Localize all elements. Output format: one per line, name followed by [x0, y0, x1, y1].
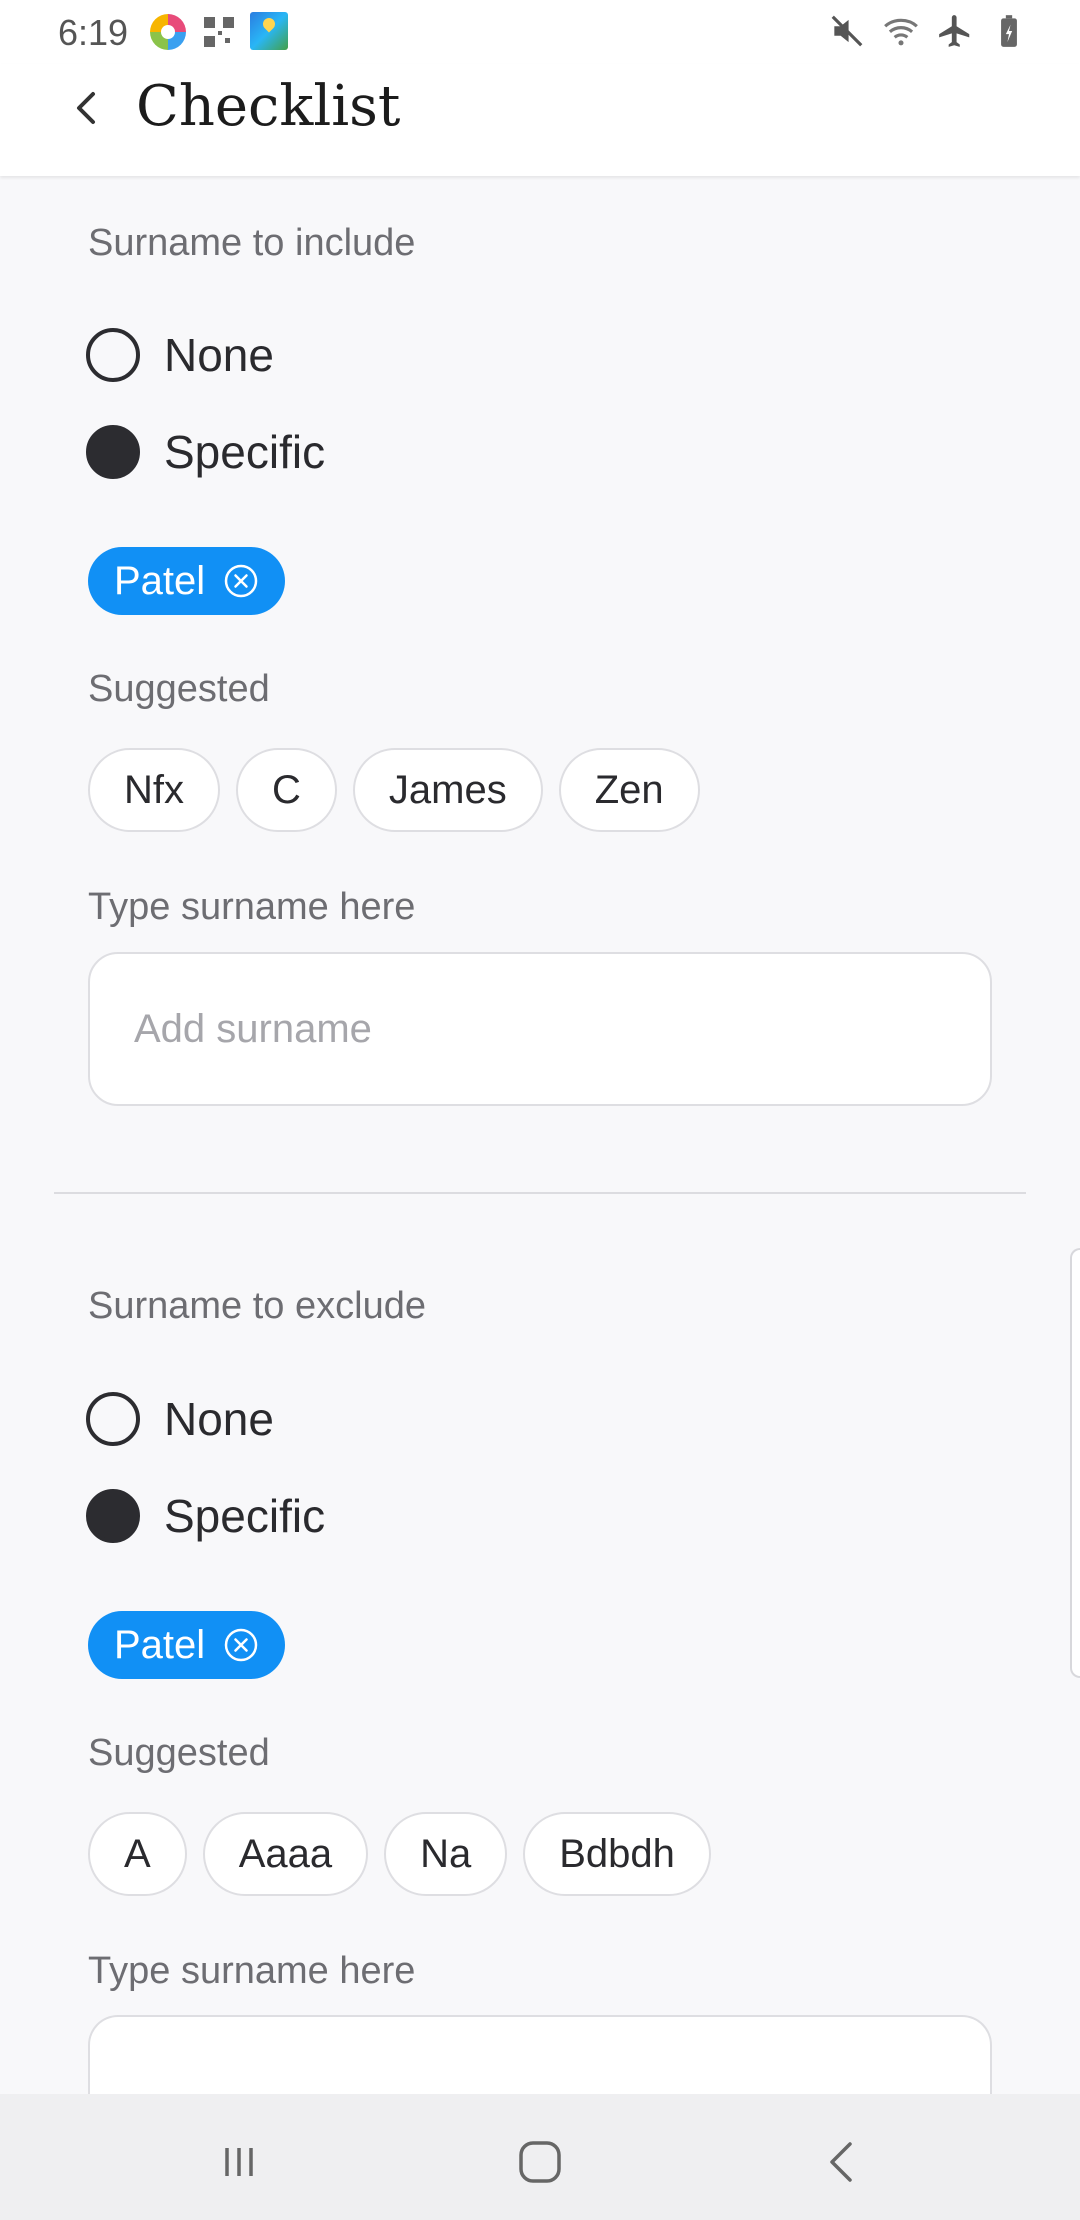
side-panel-handle[interactable] [1070, 1248, 1080, 1678]
include-radio-specific[interactable]: Specific [86, 425, 325, 479]
app-bar: Checklist [0, 64, 1080, 176]
battery-charging-icon [1001, 15, 1017, 47]
exclude-suggested-label: Suggested [88, 1732, 270, 1774]
system-back-button[interactable] [812, 2132, 872, 2192]
color-app-icon [150, 14, 186, 50]
remove-circle-x-icon[interactable] [223, 563, 259, 599]
mute-icon [831, 15, 863, 47]
suggested-chip[interactable]: Aaaa [202, 1812, 369, 1896]
status-time: 6:19 [58, 12, 129, 53]
exclude-suggested-chips: A Aaaa Na Bdbdh [88, 1812, 711, 1896]
include-section-label: Surname to include [88, 222, 416, 264]
include-selected-chip[interactable]: Patel [88, 547, 286, 615]
suggested-chip[interactable]: Zen [558, 748, 700, 832]
recent-apps-icon [225, 2148, 253, 2176]
include-radio-none[interactable]: None [86, 328, 274, 382]
suggested-chip[interactable]: Bdbdh [523, 1812, 711, 1896]
exclude-radio-none[interactable]: None [86, 1392, 274, 1446]
radio-unchecked-icon [86, 1392, 140, 1446]
suggested-chip[interactable]: Na [384, 1812, 508, 1896]
exclude-input-label: Type surname here [88, 1950, 416, 1992]
airplane-mode-icon [939, 15, 970, 47]
exclude-radio-specific[interactable]: Specific [86, 1489, 325, 1543]
radio-checked-icon [86, 425, 140, 479]
navigation-bar [0, 2094, 1080, 2220]
include-suggested-chips: Nfx C James Zen [88, 748, 700, 832]
section-divider [54, 1192, 1026, 1194]
include-suggested-label: Suggested [88, 668, 270, 710]
home-button[interactable] [510, 2132, 570, 2192]
include-surname-field [88, 952, 992, 1106]
suggested-chip[interactable]: James [352, 748, 543, 832]
chip-label: Patel [114, 1622, 206, 1667]
back-button[interactable] [58, 80, 114, 136]
back-arrow-icon [830, 2142, 852, 2182]
suggested-chip[interactable]: C [236, 748, 337, 832]
recent-apps-button[interactable] [209, 2132, 269, 2192]
status-icons [828, 12, 1028, 50]
suggested-chip[interactable]: A [88, 1812, 187, 1896]
radio-label: None [164, 329, 274, 381]
wifi-icon [884, 18, 918, 46]
qr-code-icon [204, 17, 234, 47]
radio-label: None [164, 1393, 274, 1445]
chip-label: Patel [114, 558, 206, 603]
radio-label: Specific [164, 1490, 326, 1542]
include-surname-input[interactable] [134, 1006, 990, 1052]
home-icon [519, 2141, 561, 2183]
chevron-left-icon [77, 92, 95, 124]
status-bar: 6:19 [0, 0, 1080, 64]
radio-label: Specific [164, 426, 326, 478]
radio-checked-icon [86, 1489, 140, 1543]
include-input-label: Type surname here [88, 886, 416, 928]
remove-circle-x-icon[interactable] [223, 1627, 259, 1663]
exclude-section-label: Surname to exclude [88, 1285, 426, 1327]
exclude-surname-field[interactable] [88, 2015, 992, 2094]
page-title: Checklist [136, 74, 401, 139]
exclude-selected-chip[interactable]: Patel [88, 1611, 286, 1679]
suggested-chip[interactable]: Nfx [88, 748, 220, 832]
map-app-icon [250, 12, 288, 50]
radio-unchecked-icon [86, 328, 140, 382]
